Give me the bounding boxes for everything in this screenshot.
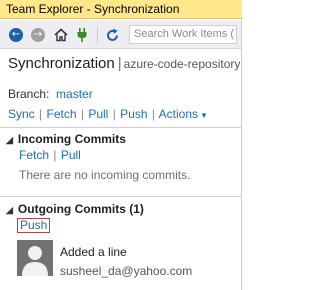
page-title: Synchronization	[8, 55, 115, 72]
header-divider: |	[117, 55, 122, 72]
outgoing-push-link[interactable]: Push	[17, 218, 51, 233]
sync-link[interactable]: Sync	[8, 107, 35, 121]
collapse-triangle-icon[interactable]: ◢	[6, 205, 13, 216]
connect-icon[interactable]	[74, 27, 90, 43]
separator: |	[112, 107, 116, 121]
user-silhouette-icon	[22, 246, 48, 276]
push-link[interactable]: Push	[120, 107, 147, 121]
project-name: azure-code-repository	[123, 57, 240, 71]
incoming-commits-header[interactable]: ◢ Incoming Commits	[6, 132, 126, 146]
chevron-down-icon: ▼	[200, 111, 208, 120]
refresh-icon[interactable]	[104, 27, 120, 43]
divider	[0, 196, 242, 197]
back-icon[interactable]: ←	[8, 27, 24, 43]
separator: |	[80, 107, 84, 121]
outgoing-commits-header[interactable]: ◢ Outgoing Commits (1)	[6, 202, 144, 216]
actions-menu-label: Actions	[158, 107, 199, 121]
window-title: Team Explorer - Synchronization	[0, 0, 242, 19]
incoming-actions: Fetch | Pull	[19, 148, 81, 162]
search-work-items-input[interactable]: Search Work Items (	[129, 25, 237, 44]
avatar	[17, 240, 53, 276]
branch-label: Branch:	[8, 87, 50, 101]
collapse-triangle-icon[interactable]: ◢	[6, 135, 13, 146]
toolbar: ← → Search Work Items (	[0, 20, 242, 49]
page-header: Synchronization | azure-code-repository	[8, 55, 240, 77]
incoming-empty-message: There are no incoming commits.	[19, 168, 191, 182]
commit-author: susheel_da@yahoo.com	[60, 264, 193, 278]
forward-icon[interactable]: →	[30, 27, 46, 43]
incoming-pull-link[interactable]: Pull	[61, 148, 81, 162]
toolbar-separator	[97, 27, 98, 43]
incoming-fetch-link[interactable]: Fetch	[19, 148, 49, 162]
outgoing-commits-title: Outgoing Commits (1)	[17, 202, 144, 216]
actions-row: Sync | Fetch | Pull | Push | Actions ▼	[8, 107, 208, 121]
home-icon[interactable]	[53, 27, 69, 43]
branch-row: Branch: master	[8, 87, 93, 101]
separator: |	[53, 148, 57, 162]
separator: |	[39, 107, 43, 121]
actions-menu[interactable]: Actions ▼	[159, 107, 208, 121]
fetch-link[interactable]: Fetch	[47, 107, 77, 121]
pull-link[interactable]: Pull	[88, 107, 108, 121]
panel-border	[241, 20, 242, 290]
incoming-commits-title: Incoming Commits	[17, 132, 126, 146]
divider	[0, 127, 242, 128]
separator: |	[151, 107, 155, 121]
commit-message[interactable]: Added a line	[60, 245, 127, 259]
branch-link[interactable]: master	[56, 87, 93, 101]
